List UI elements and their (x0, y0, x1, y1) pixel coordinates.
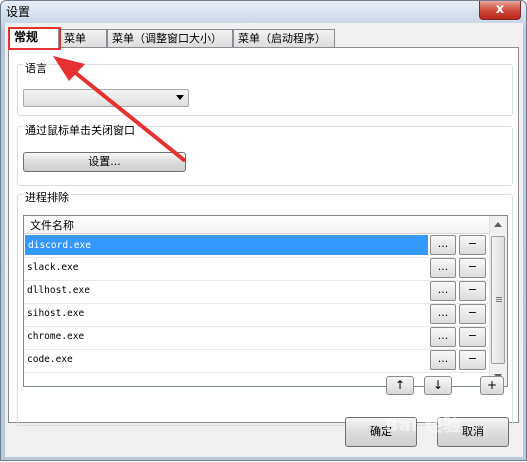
list-header: 文件名称 (24, 216, 491, 234)
close-settings-button[interactable]: 设置... (23, 152, 186, 172)
process-exclusion-title: 进程排除 (23, 189, 71, 205)
browse-button[interactable]: ... (430, 350, 456, 370)
browse-button[interactable]: ... (430, 304, 456, 324)
grip-icon (496, 301, 502, 302)
tab-highlight-box (8, 27, 61, 50)
remove-button[interactable]: − (459, 281, 486, 301)
move-up-button[interactable]: ↑ (386, 376, 414, 395)
tab-strip: 常规 菜单 菜单（调整窗口大小） 菜单（启动程序） (7, 27, 521, 50)
grip-icon (496, 297, 502, 298)
browse-button[interactable]: ... (430, 327, 456, 347)
watermark: Bai 经验 (385, 416, 462, 436)
browse-button[interactable]: ... (430, 235, 456, 255)
tab-menu-resize[interactable]: 菜单（调整窗口大小） (107, 29, 233, 48)
row-filename[interactable]: discord.exe (25, 235, 428, 255)
remove-button[interactable]: − (459, 235, 486, 255)
scrollbar-thumb[interactable] (491, 236, 505, 364)
table-row[interactable]: discord.exe ... − (24, 234, 491, 258)
language-group-title: 语言 (23, 60, 49, 76)
row-filename[interactable]: sihost.exe (25, 304, 428, 324)
row-filename[interactable]: dllhost.exe (25, 281, 428, 301)
settings-window: 设置 x 常规 菜单 菜单（调整窗口大小） 菜单（启动程序） 语言 通过鼠标单击… (0, 0, 527, 461)
remove-button[interactable]: − (459, 350, 486, 370)
remove-button[interactable]: − (459, 327, 486, 347)
table-row[interactable]: chrome.exe ... − (24, 326, 491, 350)
title-bar[interactable]: 设置 x (1, 1, 526, 23)
table-row[interactable]: sihost.exe ... − (24, 303, 491, 327)
row-filename[interactable]: slack.exe (25, 258, 428, 278)
dialog-body: 常规 菜单 菜单（调整窗口大小） 菜单（启动程序） 语言 通过鼠标单击关闭窗口 … (5, 23, 523, 457)
browse-button[interactable]: ... (430, 258, 456, 278)
row-filename[interactable]: code.exe (25, 350, 428, 370)
remove-button[interactable]: − (459, 258, 486, 278)
list-scrollbar[interactable] (489, 216, 507, 386)
column-header-filename[interactable]: 文件名称 (30, 217, 74, 233)
remove-button[interactable]: − (459, 304, 486, 324)
window-title: 设置 (6, 5, 31, 19)
browse-button[interactable]: ... (430, 281, 456, 301)
move-down-button[interactable]: ↓ (424, 376, 452, 395)
add-button[interactable]: + (480, 376, 504, 395)
table-row[interactable]: code.exe ... − (24, 349, 491, 373)
table-row[interactable]: slack.exe ... − (24, 257, 491, 281)
close-button[interactable]: x (479, 1, 521, 20)
process-list: 文件名称 discord.exe ... − slack.exe ... − d… (23, 215, 508, 387)
language-select[interactable] (23, 89, 189, 107)
scroll-up-icon[interactable] (494, 222, 502, 227)
row-filename[interactable]: chrome.exe (25, 327, 428, 347)
close-by-click-title: 通过鼠标单击关闭窗口 (23, 122, 137, 138)
grip-icon (496, 299, 502, 300)
chevron-down-icon (176, 95, 184, 100)
tab-menu-launch[interactable]: 菜单（启动程序） (233, 29, 335, 48)
tab-menu[interactable]: 菜单 (59, 29, 107, 48)
table-row[interactable]: dllhost.exe ... − (24, 280, 491, 304)
